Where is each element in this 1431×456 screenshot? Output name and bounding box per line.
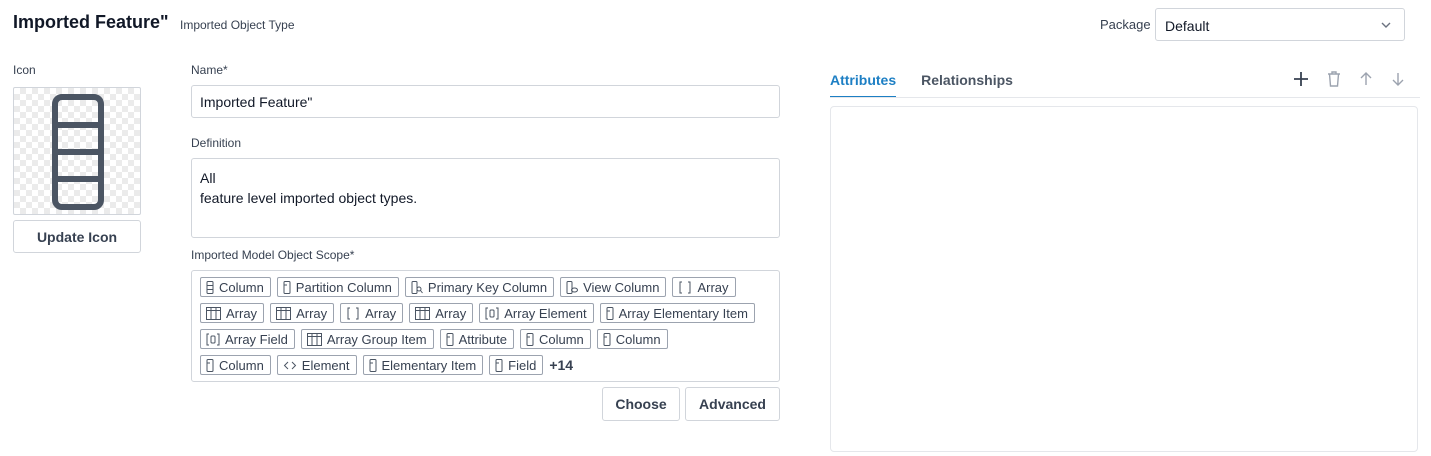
scope-chip-label: Primary Key Column (427, 279, 548, 295)
choose-button[interactable]: Choose (602, 387, 680, 421)
scope-chip-label: Column (219, 357, 264, 373)
scope-chip-label: Element (301, 357, 350, 373)
definition-line: feature level imported object types. (200, 190, 418, 206)
scope-chip[interactable]: Column (200, 277, 271, 297)
scope-chip-label: Elementary Item (381, 357, 477, 373)
scope-chip[interactable]: Array Elementary Item (599, 303, 755, 323)
tab-bar: Attributes Relationships (830, 70, 1013, 98)
attributes-panel (830, 106, 1418, 452)
scope-chip[interactable]: Array (200, 303, 265, 323)
code-icon (283, 361, 297, 369)
brackets-icon (679, 281, 691, 293)
scope-chip-label: Array (435, 305, 467, 321)
arrow-down-icon[interactable] (1389, 70, 1407, 88)
scope-chip-label: Array (296, 305, 328, 321)
field-icon (526, 332, 534, 346)
scope-chip[interactable]: Array Element (479, 303, 594, 323)
partition-column-icon (283, 280, 291, 294)
field-icon (446, 332, 454, 346)
chip-row: Column Partition Column Primary Key Colu… (200, 277, 771, 297)
name-label: Name* (191, 63, 228, 77)
tab-attributes[interactable]: Attributes (830, 70, 897, 98)
field-icon (603, 332, 611, 346)
name-input[interactable]: Imported Feature" (191, 85, 780, 118)
scope-chip-label: Column (615, 331, 661, 347)
trash-icon[interactable] (1325, 70, 1343, 88)
object-type-subtitle: Imported Object Type (180, 18, 295, 32)
definition-label: Definition (191, 136, 242, 150)
scope-chip[interactable]: Attribute (439, 329, 514, 349)
page-title: Imported Feature" (13, 12, 169, 32)
arrow-up-icon[interactable] (1357, 70, 1375, 88)
array-element-icon (485, 307, 499, 319)
scope-chip-label: Column (219, 279, 264, 295)
scope-chip-label: Array (697, 279, 729, 295)
scope-label: Imported Model Object Scope* (191, 248, 355, 262)
scope-chip[interactable]: Column (200, 355, 271, 375)
package-select[interactable]: Default (1155, 8, 1405, 41)
definition-textarea[interactable]: All feature level imported object types. (191, 158, 780, 238)
scope-chip[interactable]: Field (489, 355, 544, 375)
scope-chip-label: Field (508, 357, 537, 373)
scope-chip[interactable]: Element (276, 355, 357, 375)
table-icon (306, 332, 322, 346)
scope-chip[interactable]: Array (270, 303, 335, 323)
view-column-icon (566, 280, 579, 294)
scope-chip[interactable]: Array (409, 303, 474, 323)
scope-chip[interactable]: Array Field (200, 329, 295, 349)
scope-chip-label: Array (365, 305, 397, 321)
scope-chip[interactable]: Elementary Item (362, 355, 484, 375)
column-icon (52, 94, 104, 210)
scope-chip-list[interactable]: Column Partition Column Primary Key Colu… (191, 270, 780, 382)
advanced-button[interactable]: Advanced (685, 387, 780, 421)
column-icon (206, 280, 214, 294)
scope-chip-label: Array Element (504, 305, 587, 321)
field-icon (369, 358, 376, 372)
scope-chip[interactable]: View Column (560, 277, 667, 297)
icon-label: Icon (13, 63, 36, 77)
icon-preview (13, 87, 141, 215)
chip-row: Array Field Array Group Item Attribute C… (200, 329, 771, 349)
scope-chip[interactable]: Array (672, 277, 736, 297)
package-select-value: Default (1165, 18, 1210, 34)
chevron-down-icon (1381, 22, 1391, 28)
primary-key-column-icon (411, 280, 423, 294)
plus-icon[interactable] (1292, 70, 1310, 88)
brackets-icon (347, 307, 359, 319)
scope-chip-label: View Column (583, 279, 660, 295)
scope-chip[interactable]: Primary Key Column (404, 277, 555, 297)
field-icon (206, 358, 214, 372)
scope-chip[interactable]: Column (596, 329, 668, 349)
scope-chip[interactable]: Column (519, 329, 591, 349)
field-icon (495, 358, 503, 372)
tab-relationships[interactable]: Relationships (921, 70, 1013, 98)
scope-chip-label: Array Elementary Item (618, 305, 748, 321)
tab-divider (830, 97, 1420, 98)
scope-chip-label: Partition Column (295, 279, 392, 295)
scope-chip[interactable]: Array Group Item (300, 329, 434, 349)
array-element-icon (206, 333, 220, 345)
scope-more-count[interactable]: +14 (549, 357, 573, 373)
scope-chip-label: Array (226, 305, 258, 321)
scope-chip-label: Array Group Item (326, 331, 427, 347)
table-icon (276, 306, 292, 320)
definition-line: All (200, 170, 216, 186)
chip-row: Column Element Elementary Item Field +14 (200, 355, 771, 375)
update-icon-button[interactable]: Update Icon (13, 220, 141, 253)
scope-chip-label: Array Field (225, 331, 288, 347)
field-icon (606, 306, 614, 320)
package-label: Package (1100, 17, 1151, 32)
table-icon (415, 306, 431, 320)
scope-chip-label: Column (538, 331, 584, 347)
chip-row: Array Array Array Array Array Element Ar… (200, 303, 771, 323)
table-icon (206, 306, 221, 320)
scope-chip[interactable]: Partition Column (276, 277, 399, 297)
scope-chip[interactable]: Array (340, 303, 404, 323)
scope-chip-label: Attribute (458, 331, 507, 347)
